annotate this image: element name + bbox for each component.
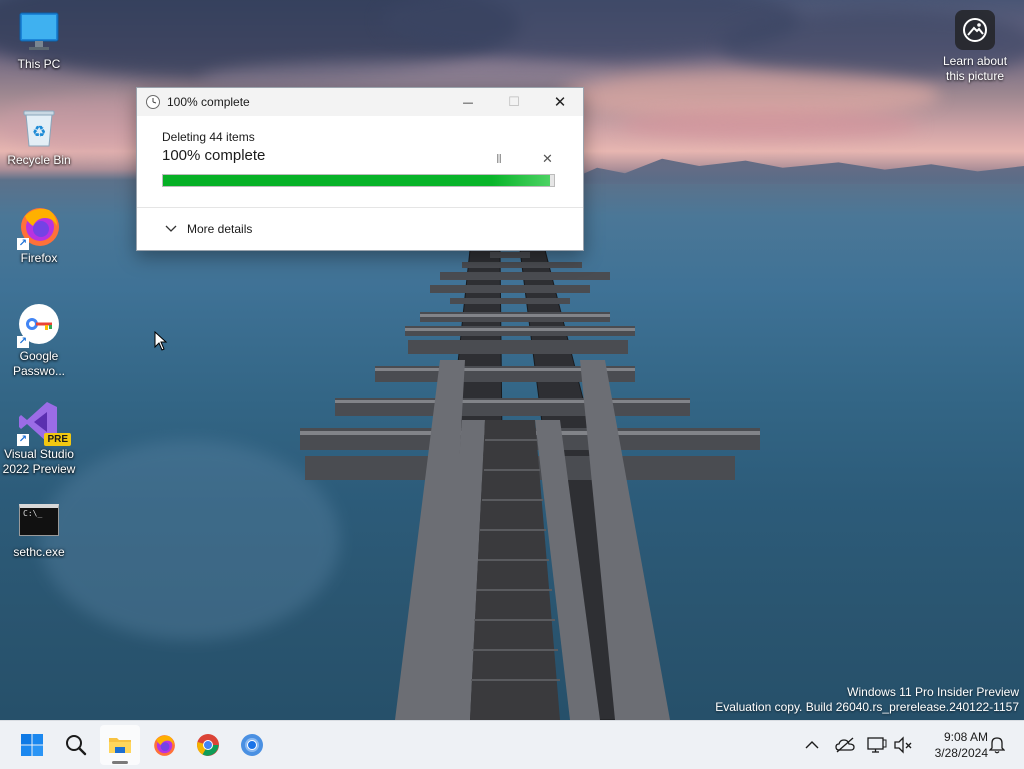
start-button[interactable] <box>12 725 52 765</box>
chrome-beta-icon <box>241 734 263 756</box>
taskbar-firefox[interactable] <box>144 725 184 765</box>
clock-icon <box>146 95 160 109</box>
desktop-icon-label: Recycle Bin <box>7 153 71 167</box>
notifications-button[interactable] <box>984 721 1010 769</box>
desktop-icon-this-pc[interactable]: This PC <box>0 10 79 72</box>
svg-text:♻: ♻ <box>32 122 46 141</box>
dialog-title: 100% complete <box>167 95 250 109</box>
display-icon <box>867 737 887 753</box>
firefox-icon: ↗ <box>17 204 61 250</box>
minimize-button[interactable]: — <box>445 88 491 116</box>
pause-button[interactable]: II <box>496 152 502 166</box>
progress-bar <box>162 174 555 187</box>
desktop-icon-label: sethc.exe <box>13 545 65 559</box>
more-details-button[interactable]: More details <box>165 222 252 236</box>
cancel-icon: ✕ <box>542 152 553 167</box>
visual-studio-icon: PRE ↗ <box>17 400 71 446</box>
desktop-icon-label: Visual Studio 2022 Preview <box>2 447 76 476</box>
search-button[interactable] <box>56 725 96 765</box>
active-app-indicator <box>112 761 128 764</box>
chrome-icon <box>197 734 219 756</box>
command-prompt-icon: C:\_ <box>17 498 61 542</box>
preview-badge: PRE <box>44 433 71 446</box>
watermark-build: Evaluation copy. Build 26040.rs_prerelea… <box>715 700 1019 714</box>
minimize-icon: — <box>462 95 474 109</box>
os-build-watermark: Windows 11 Pro Insider Preview Evaluatio… <box>715 685 1019 715</box>
network-volume-status[interactable] <box>890 721 916 769</box>
clock-date: 3/28/2024 <box>934 746 988 760</box>
notification-icon <box>989 737 1005 754</box>
watermark-edition: Windows 11 Pro Insider Preview <box>847 685 1019 699</box>
taskbar-clock[interactable]: 9:08 AM 3/28/2024 <box>918 729 988 761</box>
dialog-titlebar[interactable]: 100% complete — ☐ ✕ <box>137 88 583 116</box>
close-icon: ✕ <box>553 93 567 111</box>
file-operation-dialog: 100% complete — ☐ ✕ Deleting 44 items 10… <box>136 87 584 251</box>
google-passwords-icon: ↗ <box>17 302 61 348</box>
mouse-cursor-icon <box>154 331 168 351</box>
camera-info-icon <box>955 10 995 50</box>
network-icon <box>894 736 912 754</box>
display-status[interactable] <box>864 721 890 769</box>
learn-about-picture-label: Learn about this picture <box>942 54 1008 83</box>
chevron-down-icon <box>165 225 177 232</box>
shortcut-arrow-icon: ↗ <box>17 238 29 250</box>
onedrive-status[interactable] <box>832 721 858 769</box>
cmd-prompt-glyph: C:\_ <box>23 509 43 518</box>
desktop-icon-google-passwords[interactable]: ↗ Google Passwo... <box>0 302 79 379</box>
operation-description: Deleting 44 items <box>162 130 255 144</box>
desktop-icon-label: This PC <box>17 57 61 71</box>
file-explorer-icon <box>109 738 131 753</box>
desktop-icon-visual-studio[interactable]: PRE ↗ Visual Studio 2022 Preview <box>0 400 79 477</box>
firefox-icon <box>154 735 175 756</box>
taskbar: 9:08 AM 3/28/2024 <box>0 720 1024 769</box>
taskbar-chrome-beta[interactable] <box>232 725 272 765</box>
dialog-divider <box>137 207 583 208</box>
desktop-icon-label: Google Passwo... <box>12 349 66 378</box>
desktop-icon-label: Firefox <box>20 251 58 265</box>
show-hidden-icons-button[interactable] <box>800 721 824 769</box>
progress-bar-fill <box>163 175 551 186</box>
maximize-button: ☐ <box>491 88 537 116</box>
clock-time: 9:08 AM <box>943 730 988 744</box>
taskbar-chrome[interactable] <box>188 725 228 765</box>
recycle-bin-icon: ♻ <box>17 106 61 150</box>
shortcut-arrow-icon: ↗ <box>17 336 29 348</box>
pause-icon: II <box>496 152 502 166</box>
desktop-icon-sethc[interactable]: C:\_ sethc.exe <box>0 498 79 560</box>
search-icon <box>66 735 87 756</box>
start-icon <box>21 734 43 756</box>
maximize-icon: ☐ <box>508 94 520 110</box>
desktop-icon-firefox[interactable]: ↗ Firefox <box>0 204 79 266</box>
more-details-label: More details <box>187 222 253 236</box>
taskbar-file-explorer[interactable] <box>100 725 140 765</box>
close-button[interactable]: ✕ <box>537 88 583 116</box>
cancel-operation-button[interactable]: ✕ <box>542 152 553 167</box>
monitor-icon <box>17 10 61 54</box>
onedrive-icon <box>835 737 855 753</box>
learn-about-picture-widget[interactable]: Learn about this picture <box>940 10 1010 84</box>
chevron-up-icon <box>805 741 819 749</box>
desktop-icon-recycle-bin[interactable]: ♻ Recycle Bin <box>0 106 79 168</box>
shortcut-arrow-icon: ↗ <box>17 434 29 446</box>
